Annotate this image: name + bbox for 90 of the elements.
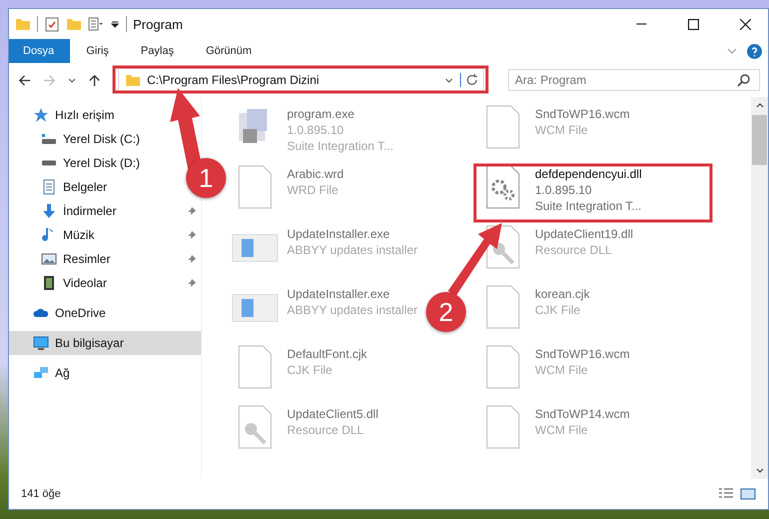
ribbon-tab[interactable]: Görünüm <box>190 39 268 63</box>
minimize-icon <box>636 23 646 25</box>
monitor-icon <box>33 335 49 351</box>
search-field[interactable]: Ara: Program <box>508 69 760 91</box>
file-item[interactable]: DefaultFont.cjk CJK File <box>229 339 370 399</box>
film-icon <box>41 275 57 291</box>
sidebar-item-label: Videolar <box>63 276 108 290</box>
file-item[interactable]: korean.cjk CJK File <box>477 279 592 339</box>
back-arrow-icon[interactable] <box>17 72 32 88</box>
sidebar-item[interactable]: Hızlı erişim <box>9 103 159 127</box>
file-name: SndToWP14.wcm <box>535 406 630 422</box>
sidebar-item[interactable]: Belgeler <box>9 175 159 199</box>
network-icon <box>33 365 49 381</box>
item-count: 141 öğe <box>21 488 61 500</box>
scrollbar-thumb[interactable] <box>752 115 767 165</box>
sidebar-item-label: Yerel Disk (C:) <box>63 132 141 146</box>
sidebar-item-label: Müzik <box>63 228 96 242</box>
file-item[interactable]: Arabic.wrd WRD File <box>229 159 346 219</box>
sidebar-item[interactable]: Yerel Disk (C:) <box>9 127 159 151</box>
file-name: korean.cjk <box>535 286 590 302</box>
file-name: DefaultFont.cjk <box>287 346 368 362</box>
file-item[interactable]: UpdateClient5.dll Resource DLL <box>229 399 380 459</box>
sidebar-item-label: OneDrive <box>55 306 107 320</box>
file-detail: 1.0.895.10 <box>287 122 345 138</box>
file-item[interactable]: program.exe 1.0.895.10 Suite Integration T... <box>229 99 396 159</box>
ribbon-tab[interactable]: Dosya <box>9 39 70 63</box>
sidebar-item-label: Hızlı erişim <box>55 108 116 122</box>
sidebar-item[interactable]: OneDrive <box>9 301 201 325</box>
file-detail: Resource DLL <box>287 422 365 438</box>
window-title: Program <box>133 16 183 32</box>
file-name: defdependencyui.dll <box>535 166 642 182</box>
search-icon <box>736 72 752 88</box>
file-name: SndToWP16.wcm <box>535 346 630 362</box>
file-name: Arabic.wrd <box>287 166 344 182</box>
file-name: UpdateClient19.dll <box>535 226 634 242</box>
maximize-icon <box>688 18 698 30</box>
file-name: UpdateInstaller.exe <box>287 226 391 242</box>
help-icon[interactable] <box>747 44 762 58</box>
file-detail: ABBYY updates installer <box>287 302 418 318</box>
sidebar-item-label: Bu bilgisayar <box>55 336 125 350</box>
up-arrow-icon[interactable] <box>87 72 102 88</box>
properties-icon[interactable] <box>88 16 104 32</box>
sidebar-item[interactable]: Videolar <box>9 271 159 295</box>
file-detail: WCM File <box>535 422 589 438</box>
large-icons-view-icon[interactable] <box>740 486 756 502</box>
sidebar-item[interactable]: Müzik <box>9 223 159 247</box>
file-item[interactable]: SndToWP16.wcm WCM File <box>477 99 632 159</box>
sidebar-item[interactable]: Yerel Disk (D:) <box>9 151 159 175</box>
file-item[interactable]: UpdateInstaller.exe ABBYY updates installer <box>229 219 420 279</box>
file-detail: ABBYY updates installer <box>287 242 418 258</box>
file-name: SndToWP16.wcm <box>535 106 630 122</box>
sidebar-item-label: Yerel Disk (D:) <box>63 156 141 170</box>
star-icon <box>33 107 49 123</box>
drive-icon <box>41 131 57 147</box>
sidebar-item-label: İndirmeler <box>63 204 118 218</box>
document-icon <box>41 179 57 195</box>
file-detail: WRD File <box>287 182 340 198</box>
sidebar-item[interactable]: Bu bilgisayar <box>9 331 201 355</box>
sidebar-item[interactable]: Resimler <box>9 247 159 271</box>
address-path: C:\Program Files\Program Dizini <box>147 73 320 87</box>
file-item[interactable]: SndToWP16.wcm WCM File <box>477 339 632 399</box>
file-detail: WCM File <box>535 362 589 378</box>
file-name: UpdateInstaller.exe <box>287 286 391 302</box>
file-detail: WCM File <box>535 122 589 138</box>
file-detail: CJK File <box>535 302 582 318</box>
file-detail: Suite Integration T... <box>287 138 394 154</box>
checklist-icon[interactable] <box>44 16 60 32</box>
download-icon <box>41 203 57 219</box>
sidebar-item-label: Belgeler <box>63 180 108 194</box>
file-name: UpdateClient5.dll <box>287 406 378 422</box>
file-detail: Suite Integration T... <box>535 198 642 214</box>
folder-icon <box>125 72 141 88</box>
file-item[interactable]: SndToWP14.wcm WCM File <box>477 399 632 459</box>
dropdown-icon[interactable] <box>110 19 120 29</box>
file-detail: Resource DLL <box>535 242 613 258</box>
picture-icon <box>41 251 57 267</box>
file-item[interactable]: defdependencyui.dll 1.0.895.10 Suite Integration T... <box>477 159 644 219</box>
address-bar[interactable]: C:\Program Files\Program Dizini <box>118 68 484 92</box>
ribbon-tab[interactable]: Paylaş <box>124 39 190 63</box>
file-detail: 1.0.895.10 <box>535 182 593 198</box>
sidebar-item[interactable]: Ağ <box>9 361 201 385</box>
ribbon-tab[interactable]: Giriş <box>70 39 125 63</box>
file-name: program.exe <box>287 106 356 122</box>
sidebar-item[interactable]: İndirmeler <box>9 199 159 223</box>
refresh-icon[interactable] <box>460 73 479 87</box>
file-item[interactable]: UpdateInstaller.exe ABBYY updates installer <box>229 279 420 339</box>
sidebar-item-label: Ağ <box>55 366 71 380</box>
close-icon <box>740 18 750 30</box>
file-detail: CJK File <box>287 362 334 378</box>
sidebar-item-label: Resimler <box>63 252 112 266</box>
